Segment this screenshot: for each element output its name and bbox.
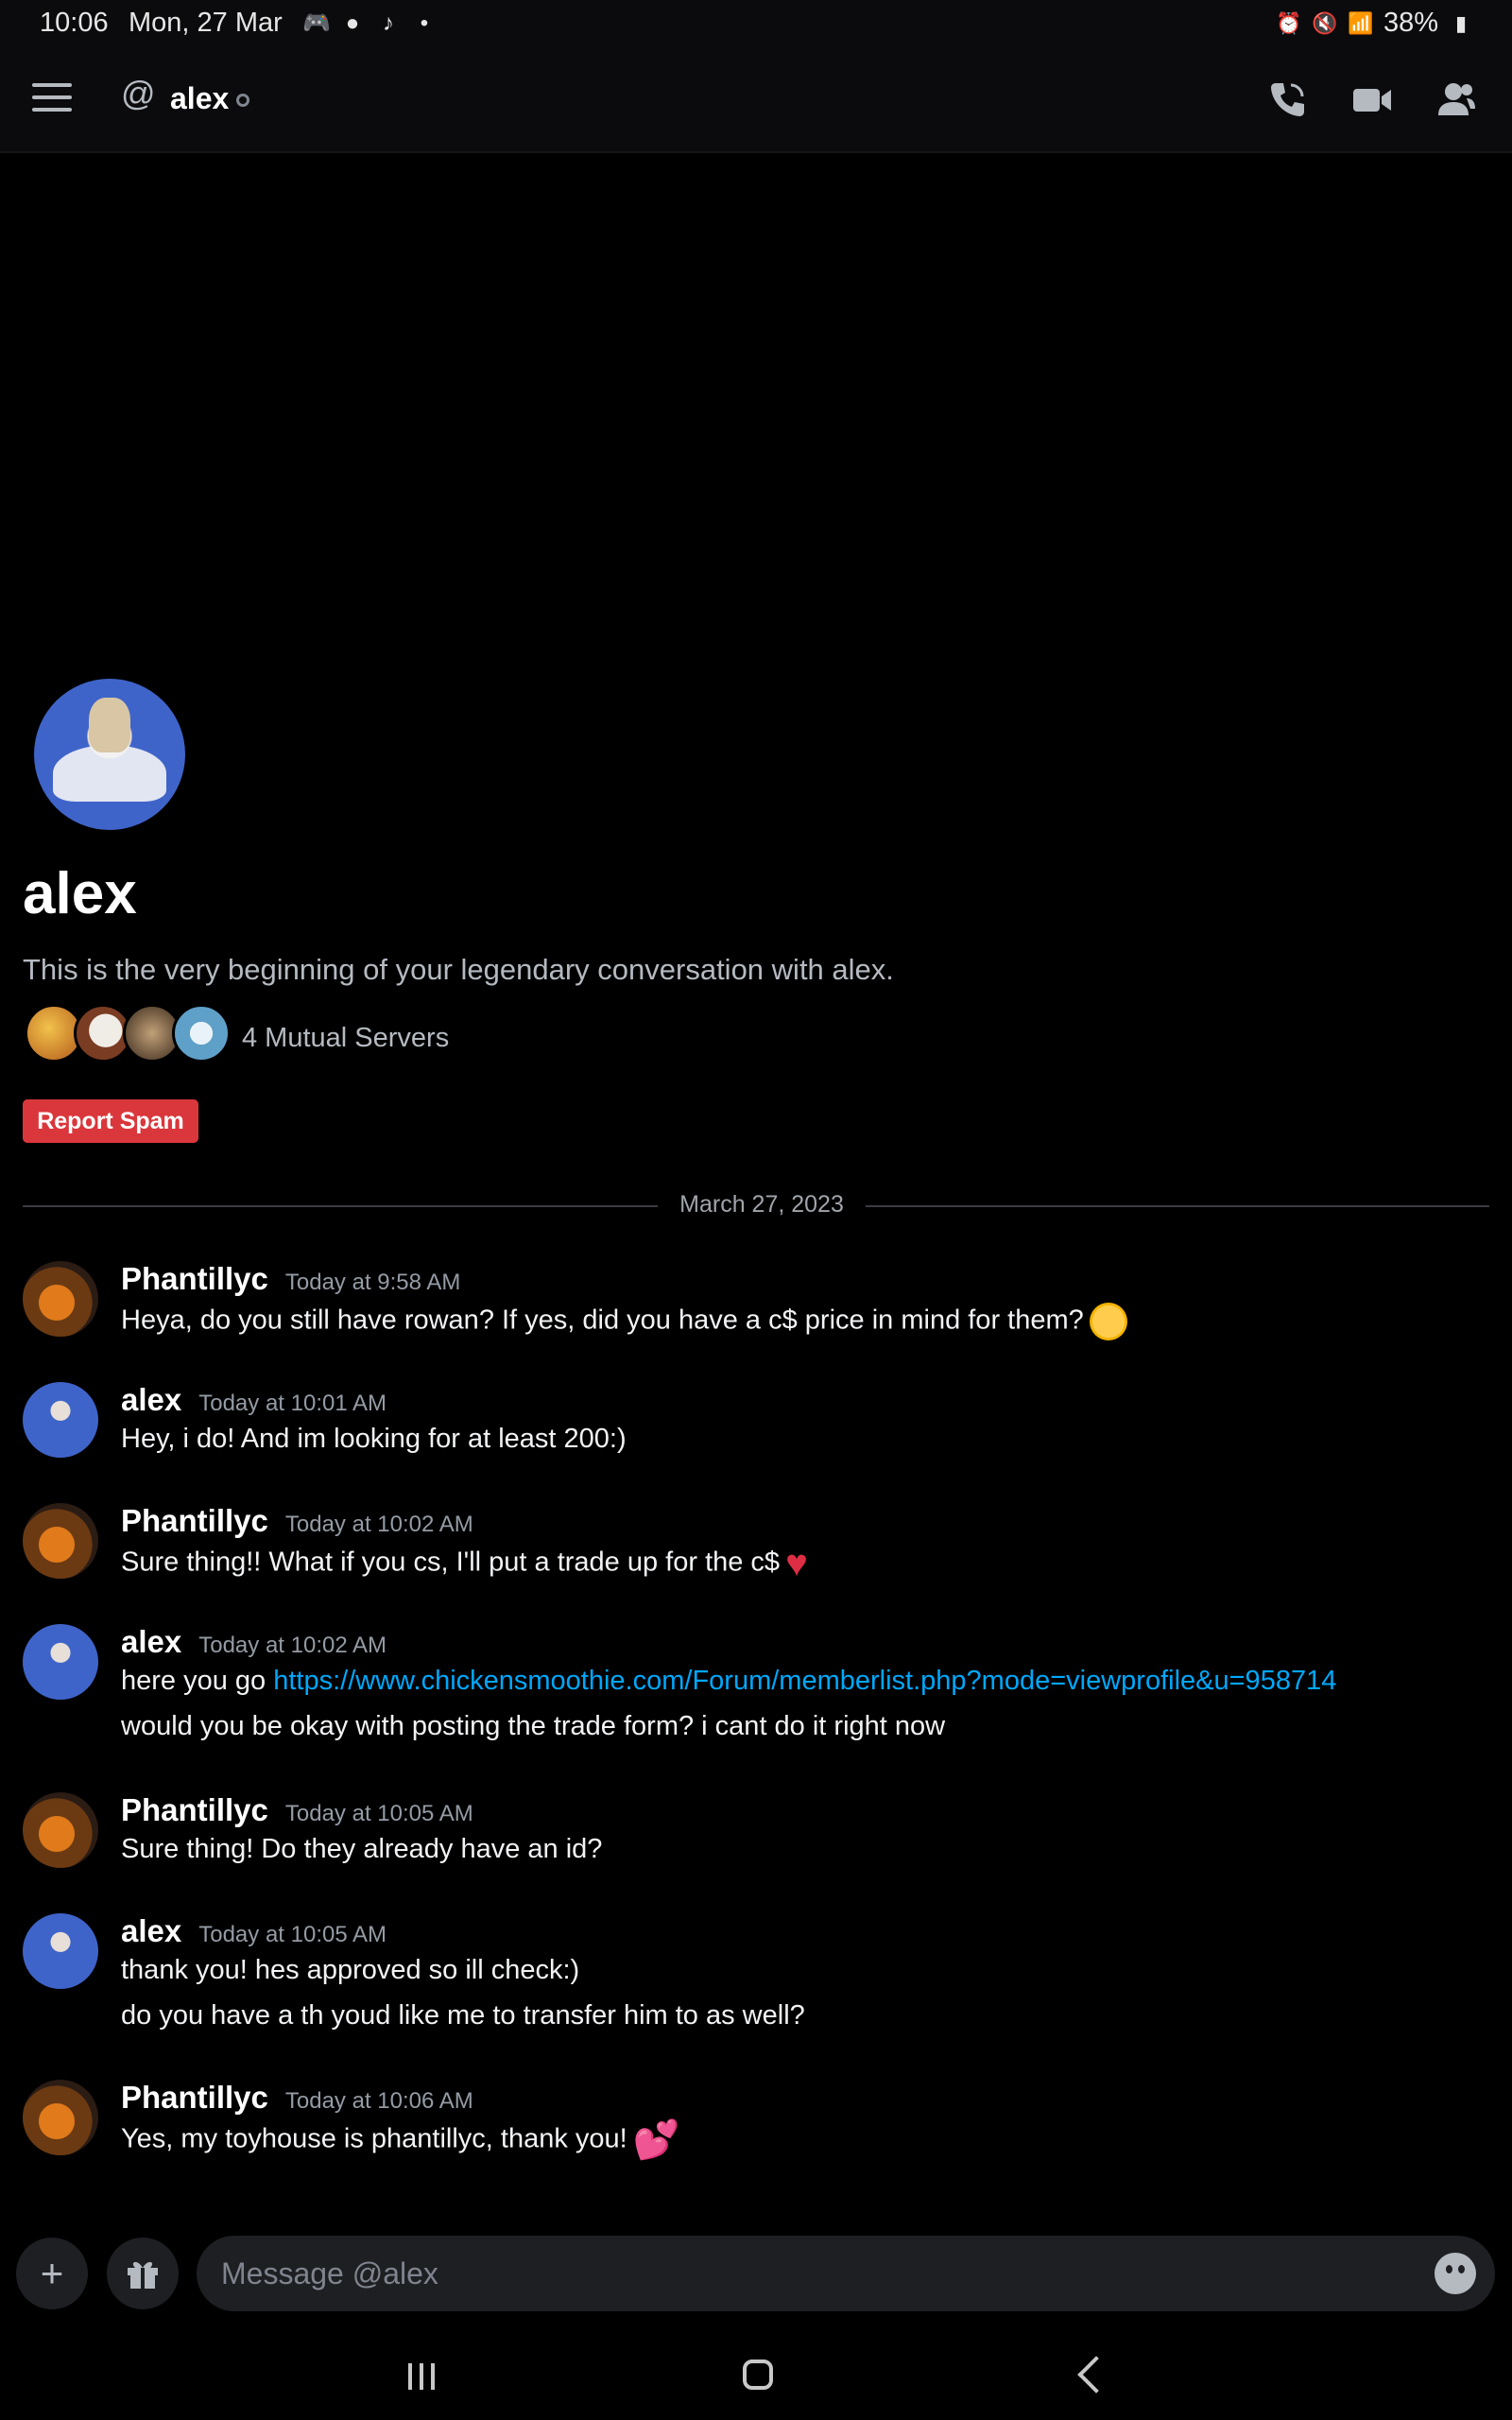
avatar[interactable] bbox=[23, 1792, 98, 1868]
back-icon[interactable] bbox=[1077, 2356, 1115, 2394]
intro-description: This is the very beginning of your legen… bbox=[23, 953, 894, 986]
more-notifications-icon: • bbox=[420, 10, 429, 36]
avatar[interactable] bbox=[23, 2080, 98, 2155]
at-icon: @ bbox=[121, 74, 156, 112]
dm-screen: 10:06 Mon, 27 Mar 🎮 ● ♪ • ⏰ 🔇 📶 38% ▮ @ … bbox=[0, 0, 1512, 2420]
date-divider-label: March 27, 2023 bbox=[658, 1191, 866, 1219]
wifi-icon: 📶 bbox=[1348, 10, 1374, 35]
notification-icons: 🎮 ● ♪ • bbox=[302, 9, 438, 38]
avatar[interactable] bbox=[23, 1624, 98, 1700]
message-text: Yes, my toyhouse is phantillyc, thank yo… bbox=[121, 2119, 680, 2161]
battery-percent: 38% bbox=[1383, 8, 1438, 38]
recent-apps-icon[interactable] bbox=[408, 2363, 442, 2390]
avatar[interactable] bbox=[23, 1503, 98, 1579]
tiktok-notification-icon: ♪ bbox=[383, 10, 394, 36]
avatar[interactable] bbox=[23, 1913, 98, 1989]
heart-icon: ♥ bbox=[785, 1543, 808, 1584]
status-bar: 10:06 Mon, 27 Mar 🎮 ● ♪ • ⏰ 🔇 📶 38% ▮ bbox=[0, 0, 1512, 47]
phone-icon bbox=[1271, 83, 1304, 116]
message-text: do you have a th youd like me to transfe… bbox=[121, 2000, 805, 2031]
message-text: Heya, do you still have rowan? If yes, d… bbox=[121, 1303, 1127, 1340]
message-author[interactable]: Phantillyc bbox=[121, 1792, 268, 1828]
header-title[interactable]: alex bbox=[170, 81, 229, 116]
message-link[interactable]: https://www.chickensmoothie.com/Forum/me… bbox=[273, 1666, 1336, 1696]
user-profile-icon bbox=[1438, 83, 1475, 115]
message-text: thank you! hes approved so ill check:) bbox=[121, 1955, 580, 1985]
home-icon[interactable] bbox=[743, 2360, 773, 2390]
gift-button[interactable] bbox=[107, 2238, 179, 2309]
message-timestamp: Today at 9:58 AM bbox=[284, 1270, 461, 1295]
intro-username: alex bbox=[23, 861, 137, 926]
message-author[interactable]: Phantillyc bbox=[121, 1503, 268, 1539]
message-text: would you be okay with posting the trade… bbox=[121, 1711, 946, 1741]
gift-icon bbox=[128, 2261, 158, 2289]
message-text: Sure thing! Do they already have an id? bbox=[121, 1834, 603, 1864]
discord-notification-icon: 🎮 bbox=[302, 10, 331, 36]
mute-icon: 🔇 bbox=[1312, 10, 1338, 35]
status-time: 10:06 bbox=[40, 8, 109, 38]
mutual-servers-label[interactable]: 4 Mutual Servers bbox=[242, 1023, 449, 1054]
message-timestamp: Today at 10:02 AM bbox=[198, 1633, 387, 1658]
message-author[interactable]: alex bbox=[121, 1913, 181, 1949]
message-author[interactable]: alex bbox=[121, 1624, 181, 1660]
message-input-placeholder: Message @alex bbox=[221, 2256, 438, 2290]
status-date: Mon, 27 Mar bbox=[129, 8, 283, 38]
system-nav-bar bbox=[0, 2325, 1512, 2420]
two-hearts-icon: 💕 bbox=[632, 2119, 680, 2161]
plus-icon: + bbox=[40, 2251, 64, 2295]
channel-header: @ alex bbox=[0, 47, 1512, 153]
intro-avatar[interactable] bbox=[34, 679, 185, 830]
message-input[interactable]: Message @alex bbox=[197, 2236, 1495, 2311]
message-text: Hey, i do! And im looking for at least 2… bbox=[121, 1424, 627, 1454]
members-button[interactable] bbox=[1431, 76, 1480, 125]
message-timestamp: Today at 10:06 AM bbox=[284, 2088, 473, 2114]
server-icon bbox=[172, 1004, 231, 1063]
offline-status-icon bbox=[236, 94, 249, 107]
battery-icon: ▮ bbox=[1454, 10, 1468, 35]
add-attachment-button[interactable]: + bbox=[16, 2238, 88, 2309]
message-timestamp: Today at 10:05 AM bbox=[284, 1801, 473, 1826]
message-text: here you go https://www.chickensmoothie.… bbox=[121, 1666, 1337, 1696]
message-timestamp: Today at 10:05 AM bbox=[198, 1922, 387, 1947]
menu-icon[interactable] bbox=[32, 83, 72, 113]
report-spam-button[interactable]: Report Spam bbox=[23, 1099, 198, 1143]
face-with-rolling-eyes-icon bbox=[1089, 1303, 1127, 1340]
message-timestamp: Today at 10:02 AM bbox=[284, 1512, 473, 1537]
alarm-icon: ⏰ bbox=[1276, 10, 1302, 35]
emoji-picker-icon[interactable] bbox=[1435, 2253, 1476, 2294]
avatar[interactable] bbox=[23, 1261, 98, 1337]
mutual-server-icons[interactable] bbox=[25, 1004, 231, 1063]
message-author[interactable]: alex bbox=[121, 1382, 181, 1418]
reddit-notification-icon: ● bbox=[345, 10, 360, 36]
status-right-icons: ⏰ 🔇 📶 38% ▮ bbox=[1276, 8, 1474, 39]
message-author[interactable]: Phantillyc bbox=[121, 1261, 268, 1297]
voice-call-button[interactable] bbox=[1263, 76, 1312, 125]
message-text: Sure thing!! What if you cs, I'll put a … bbox=[121, 1545, 823, 1582]
message-timestamp: Today at 10:01 AM bbox=[198, 1391, 387, 1416]
video-camera-icon bbox=[1353, 89, 1391, 112]
message-author[interactable]: Phantillyc bbox=[121, 2080, 268, 2116]
video-call-button[interactable] bbox=[1348, 76, 1397, 125]
avatar[interactable] bbox=[23, 1382, 98, 1458]
